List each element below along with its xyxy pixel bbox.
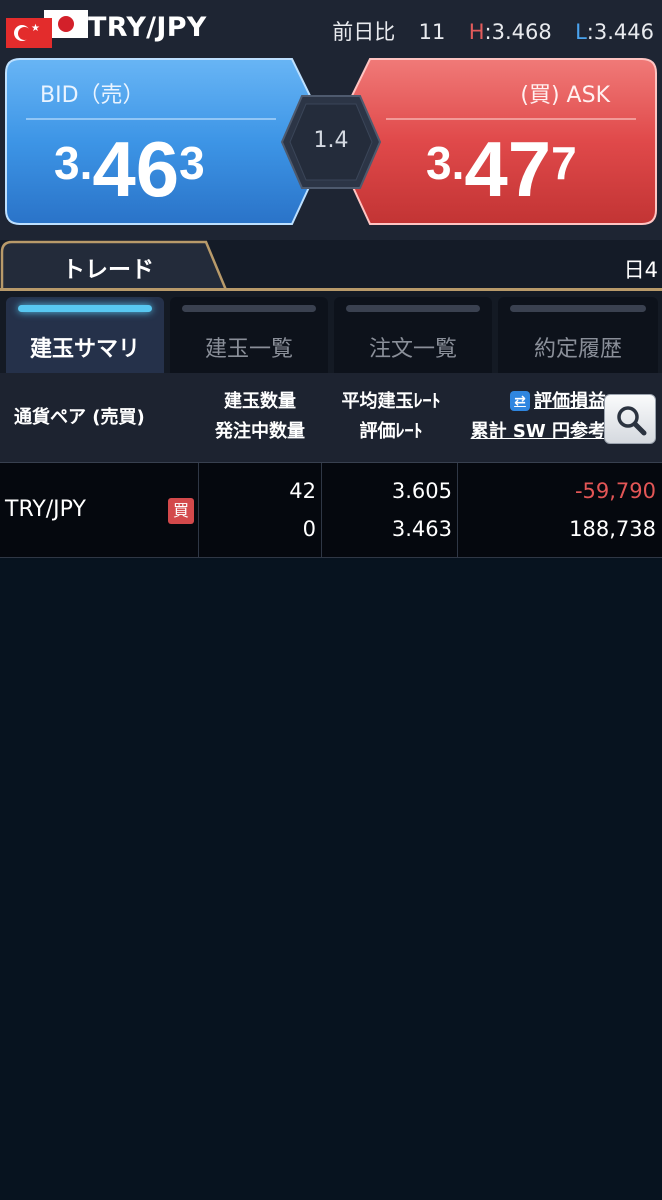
tab-label: 建玉一覧 bbox=[204, 337, 293, 362]
buy-side-badge: 買 bbox=[168, 498, 194, 524]
quote-panel: BID（売） (買) ASK 3.463 3.477 1.4 bbox=[0, 56, 662, 240]
spread-value: 1.4 bbox=[313, 128, 349, 153]
column-divider bbox=[457, 463, 458, 558]
header-pl-line2[interactable]: 累計 SW 円参考 bbox=[471, 421, 606, 442]
header-quantity: 建玉数量 発注中数量 bbox=[200, 387, 320, 447]
search-button[interactable] bbox=[604, 394, 656, 444]
ask-label: (買) ASK bbox=[520, 83, 610, 108]
tab-position-list[interactable]: 建玉一覧 bbox=[170, 297, 328, 373]
high-label: H bbox=[468, 20, 485, 44]
ask-price-big: 47 bbox=[464, 125, 552, 213]
tab-label: 建玉サマリ bbox=[29, 337, 140, 362]
low-label: L bbox=[575, 20, 587, 44]
header-pl-line1[interactable]: 評価損益 bbox=[534, 391, 606, 412]
position-quantity: 42 bbox=[289, 479, 316, 503]
bid-price-big: 46 bbox=[92, 125, 180, 213]
cumulative-swap: 188,738 bbox=[569, 517, 656, 541]
low-value: 3.446 bbox=[593, 20, 654, 44]
column-divider bbox=[321, 463, 322, 558]
high-value: 3.468 bbox=[491, 20, 552, 44]
search-icon bbox=[617, 406, 647, 436]
column-divider bbox=[198, 463, 199, 558]
trade-day-indicator[interactable]: 日4 bbox=[624, 254, 658, 284]
currency-pair-title[interactable]: TRY/JPY bbox=[88, 12, 207, 43]
header-rate-line1: 平均建玉ﾚｰﾄ bbox=[341, 391, 441, 412]
table-row[interactable]: TRY/JPY 買 42 0 3.605 3.463 -59,790 188,7… bbox=[0, 463, 662, 558]
header-rate: 平均建玉ﾚｰﾄ 評価ﾚｰﾄ bbox=[326, 387, 456, 447]
header-qty-line1: 建玉数量 bbox=[224, 391, 296, 412]
tab-execution-history[interactable]: 約定履歴 bbox=[498, 297, 658, 373]
average-rate: 3.605 bbox=[391, 479, 452, 503]
table-header: 通貨ペア (売買) 建玉数量 発注中数量 平均建玉ﾚｰﾄ 評価ﾚｰﾄ ⇄ 評価損益… bbox=[0, 373, 662, 463]
tab-order-list[interactable]: 注文一覧 bbox=[334, 297, 492, 373]
swap-arrows-icon[interactable]: ⇄ bbox=[510, 391, 530, 411]
bid-price-prefix: 3. bbox=[54, 137, 93, 189]
header-pair: 通貨ペア (売買) bbox=[14, 407, 145, 428]
currency-flags: ★ bbox=[6, 10, 88, 50]
profit-loss: -59,790 bbox=[574, 479, 656, 503]
position-subtabs: 建玉サマリ 建玉一覧 注文一覧 約定履歴 bbox=[0, 291, 662, 373]
ask-price[interactable]: 3.477 bbox=[426, 124, 577, 214]
header-bar: ★ TRY/JPY 前日比 11 H:3.468 L:3.446 bbox=[0, 0, 662, 56]
tab-position-summary[interactable]: 建玉サマリ bbox=[6, 297, 164, 373]
pending-quantity: 0 bbox=[302, 517, 316, 541]
change-label: 前日比 bbox=[332, 20, 396, 44]
trade-tab-row: トレード 日4 bbox=[0, 240, 662, 290]
bid-price-pip: 3 bbox=[179, 137, 205, 189]
bid-label: BID（売） bbox=[40, 83, 145, 108]
header-rate-line2: 評価ﾚｰﾄ bbox=[359, 421, 423, 442]
header-qty-line2: 発注中数量 bbox=[215, 421, 305, 442]
turkey-flag-icon: ★ bbox=[6, 18, 52, 48]
header-profit-loss[interactable]: ⇄ 評価損益 累計 SW 円参考 bbox=[458, 387, 606, 447]
ask-price-pip: 7 bbox=[551, 137, 577, 189]
header-stats: 前日比 11 H:3.468 L:3.446 bbox=[332, 20, 654, 44]
change-value: 11 bbox=[418, 20, 446, 44]
evaluation-rate: 3.463 bbox=[391, 517, 452, 541]
tab-label: 約定履歴 bbox=[533, 337, 622, 362]
row-pair: TRY/JPY bbox=[5, 497, 86, 522]
trade-tab[interactable]: トレード bbox=[62, 250, 154, 284]
ask-price-prefix: 3. bbox=[426, 137, 465, 189]
tab-label: 注文一覧 bbox=[368, 337, 457, 362]
bid-price[interactable]: 3.463 bbox=[54, 124, 205, 214]
